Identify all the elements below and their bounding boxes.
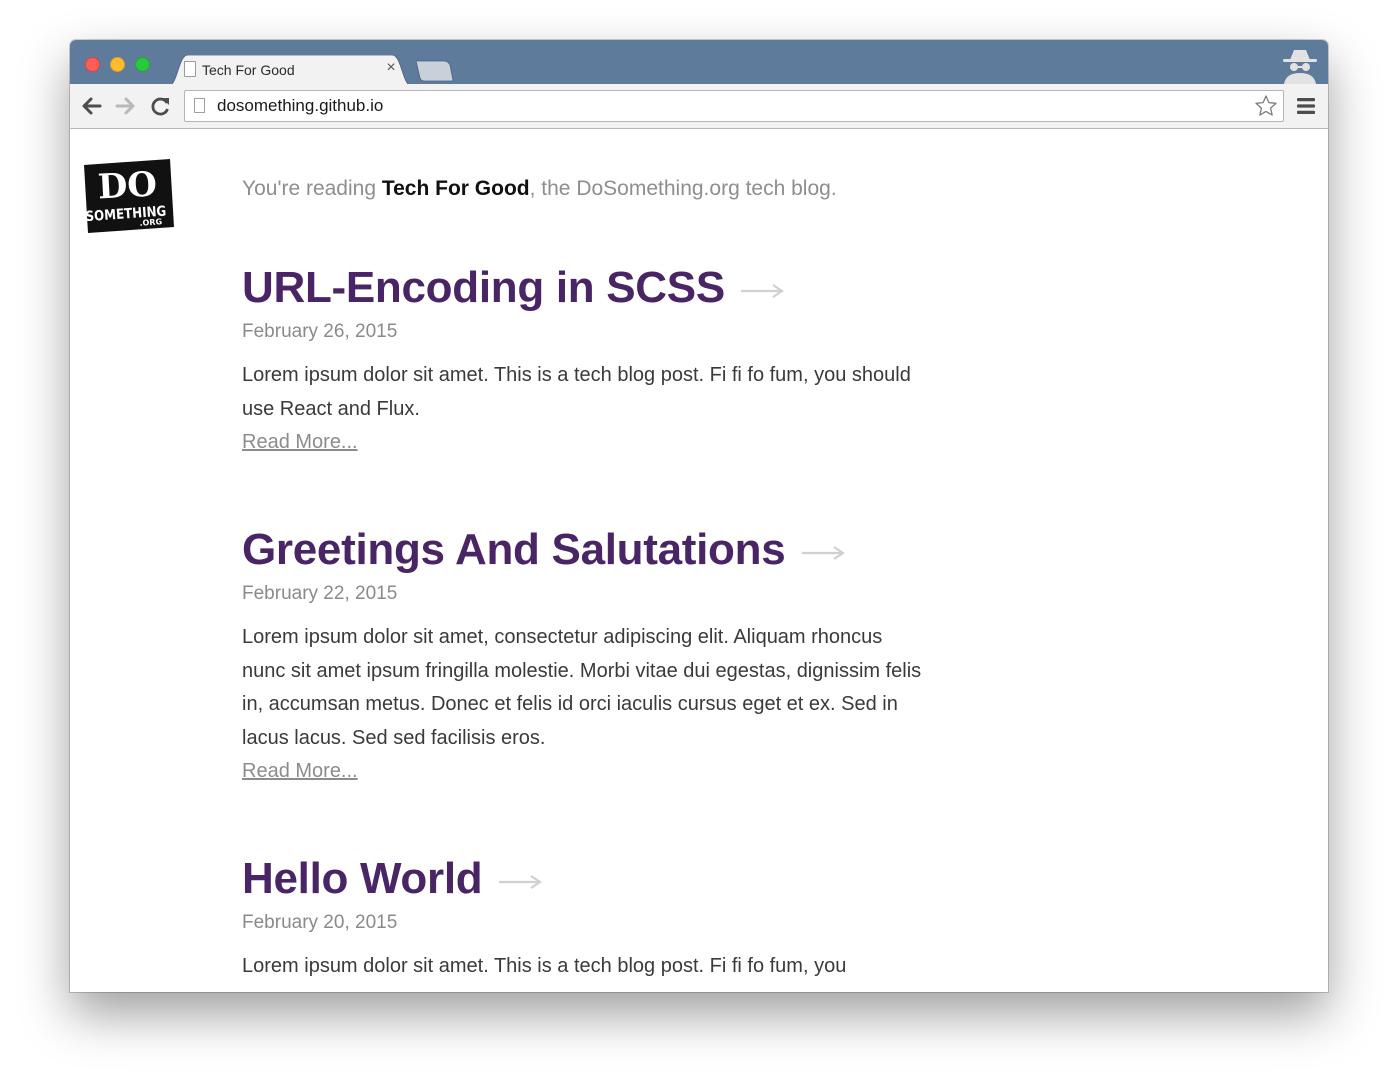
page-icon bbox=[184, 61, 196, 77]
browser-toolbar: dosomething.github.io bbox=[70, 84, 1328, 129]
menu-hamburger-icon[interactable] bbox=[1296, 97, 1316, 120]
post-title-link[interactable]: Greetings And Salutations bbox=[242, 525, 786, 575]
arrow-right-icon[interactable] bbox=[741, 283, 785, 304]
post-excerpt: Lorem ipsum dolor sit amet. This is a te… bbox=[242, 955, 847, 977]
logo-text-org: .ORG bbox=[139, 217, 162, 228]
url-text: dosomething.github.io bbox=[217, 96, 384, 115]
forward-arrow-icon[interactable] bbox=[113, 95, 137, 117]
post-title-link[interactable]: URL-Encoding in SCSS bbox=[242, 263, 725, 313]
bookmark-star-icon[interactable] bbox=[1254, 94, 1278, 123]
tab-active[interactable]: Tech For Good × bbox=[168, 55, 412, 86]
address-bar[interactable]: dosomething.github.io bbox=[184, 90, 1284, 122]
browser-window: Tech For Good × dosomething.github.io DO… bbox=[70, 40, 1328, 992]
page-content: DO SOMETHING .ORG You're reading Tech Fo… bbox=[70, 129, 1328, 992]
post-date: February 26, 2015 bbox=[242, 321, 398, 342]
dosomething-logo[interactable]: DO SOMETHING .ORG bbox=[84, 159, 174, 233]
post-excerpt: Lorem ipsum dolor sit amet. This is a te… bbox=[242, 364, 911, 420]
reload-icon[interactable] bbox=[149, 95, 173, 117]
tagline-prefix: You're reading bbox=[242, 177, 382, 200]
post-item: Greetings And Salutations February 22, 2… bbox=[242, 525, 922, 789]
post-title-link[interactable]: Hello World bbox=[242, 854, 483, 904]
post-date: February 20, 2015 bbox=[242, 912, 398, 933]
arrow-right-icon[interactable] bbox=[801, 545, 846, 566]
read-more-link[interactable]: Read More... bbox=[242, 755, 358, 789]
arrow-right-icon[interactable] bbox=[498, 874, 543, 895]
tab-strip: Tech For Good × bbox=[70, 40, 1328, 87]
tab-title: Tech For Good bbox=[202, 62, 295, 78]
back-arrow-icon[interactable] bbox=[80, 95, 104, 117]
post-date: February 22, 2015 bbox=[242, 583, 398, 604]
minimize-window-button[interactable] bbox=[110, 57, 125, 72]
close-window-button[interactable] bbox=[85, 57, 100, 72]
tab-close-icon[interactable]: × bbox=[384, 59, 398, 77]
blog-tagline: You're reading Tech For Good, the DoSome… bbox=[242, 177, 837, 201]
incognito-icon bbox=[1278, 46, 1322, 84]
read-more-link[interactable]: Read More... bbox=[242, 426, 358, 460]
post-item: URL-Encoding in SCSS February 26, 2015 L… bbox=[242, 263, 922, 460]
post-item: Hello World February 20, 2015 Lorem ipsu… bbox=[242, 854, 922, 984]
zoom-window-button[interactable] bbox=[135, 57, 150, 72]
new-tab-button[interactable] bbox=[414, 60, 454, 87]
logo-text-do: DO bbox=[97, 164, 158, 207]
blog-name-link[interactable]: Tech For Good bbox=[382, 177, 530, 200]
tagline-suffix: , the DoSomething.org tech blog. bbox=[529, 177, 837, 200]
post-excerpt: Lorem ipsum dolor sit amet, consectetur … bbox=[242, 626, 922, 749]
page-icon bbox=[194, 98, 205, 113]
